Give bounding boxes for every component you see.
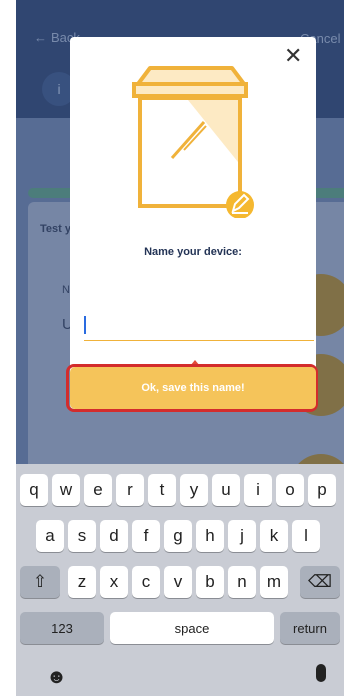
key-m[interactable]: m [260, 566, 288, 598]
text-cursor [84, 316, 86, 334]
backspace-icon[interactable]: ⌫ [300, 566, 340, 598]
key-r[interactable]: r [116, 474, 144, 506]
key-f[interactable]: f [132, 520, 160, 552]
return-key[interactable]: return [280, 612, 340, 644]
dialog-title: Name your device: [144, 246, 242, 258]
key-t[interactable]: t [148, 474, 176, 506]
key-g[interactable]: g [164, 520, 192, 552]
space-key[interactable]: space [110, 612, 274, 644]
name-device-dialog: ✕ Name your device: [70, 37, 316, 409]
microphone-icon[interactable] [316, 664, 326, 682]
close-icon[interactable]: ✕ [284, 45, 302, 67]
key-n[interactable]: n [228, 566, 256, 598]
key-q[interactable]: q [20, 474, 48, 506]
numbers-key[interactable]: 123 [20, 612, 104, 644]
key-j[interactable]: j [228, 520, 256, 552]
frame-edge [344, 0, 360, 696]
key-h[interactable]: h [196, 520, 224, 552]
device-name-input[interactable] [84, 306, 314, 341]
key-y[interactable]: y [180, 474, 208, 506]
box-with-pencil-icon [132, 66, 254, 218]
key-v[interactable]: v [164, 566, 192, 598]
key-p[interactable]: p [308, 474, 336, 506]
key-z[interactable]: z [68, 566, 96, 598]
key-w[interactable]: w [52, 474, 80, 506]
key-e[interactable]: e [84, 474, 112, 506]
key-x[interactable]: x [100, 566, 128, 598]
key-c[interactable]: c [132, 566, 160, 598]
save-name-button[interactable]: Ok, save this name! [70, 367, 316, 409]
emoji-icon[interactable]: ☻ [46, 666, 67, 689]
key-u[interactable]: u [212, 474, 240, 506]
key-a[interactable]: a [36, 520, 64, 552]
key-d[interactable]: d [100, 520, 128, 552]
onscreen-keyboard: q w e r t y u i o p a s d f g h j k l ⇧ … [16, 464, 344, 696]
key-b[interactable]: b [196, 566, 224, 598]
key-l[interactable]: l [292, 520, 320, 552]
key-o[interactable]: o [276, 474, 304, 506]
key-k[interactable]: k [260, 520, 288, 552]
app-screen: ← Back Cancel ✕ i Test your configuratio… [0, 0, 360, 696]
shift-icon[interactable]: ⇧ [20, 566, 60, 598]
frame-edge [0, 0, 16, 696]
key-i[interactable]: i [244, 474, 272, 506]
key-s[interactable]: s [68, 520, 96, 552]
